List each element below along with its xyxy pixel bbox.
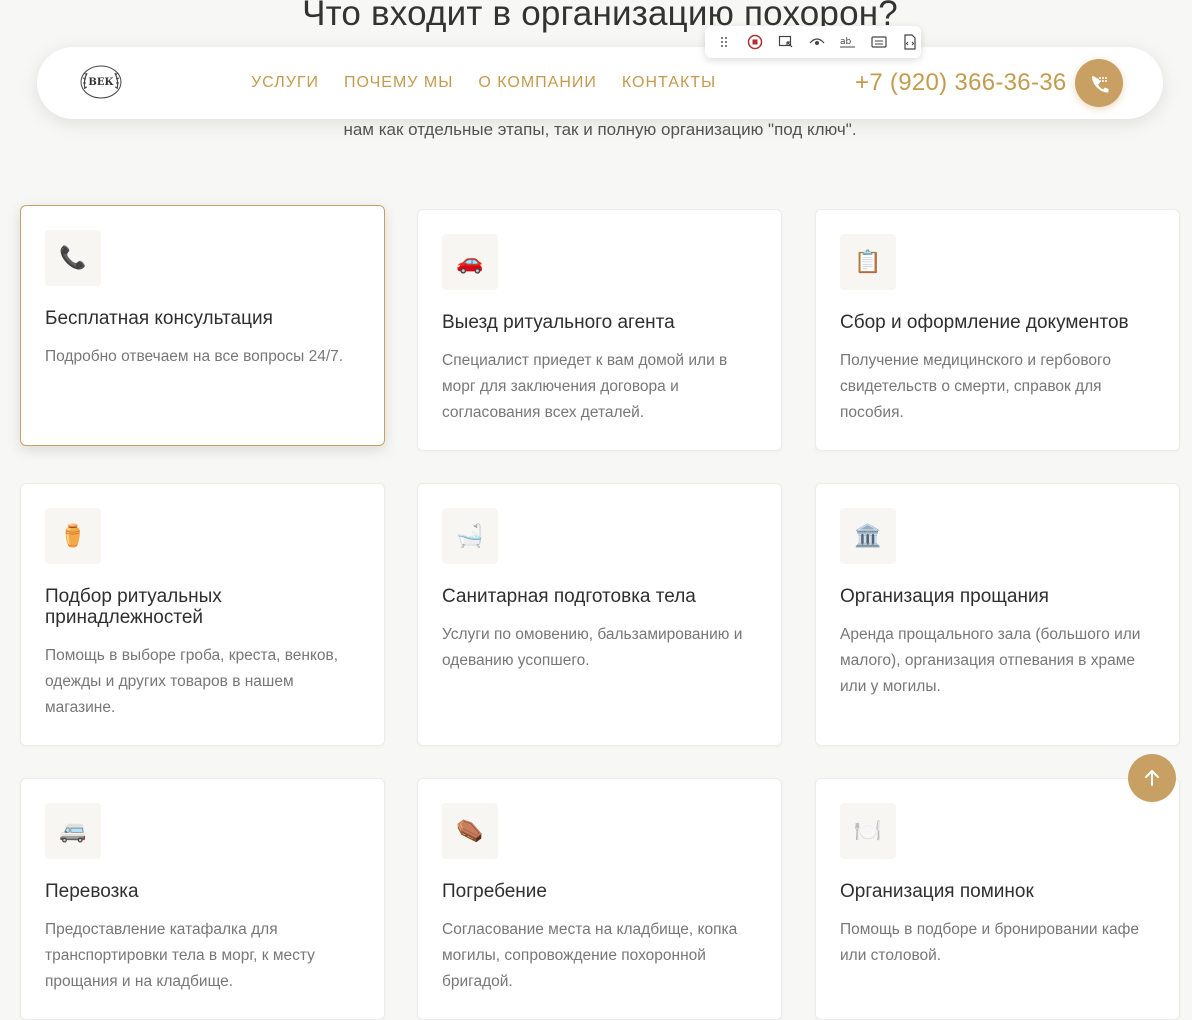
arrow-up-icon <box>1145 770 1159 786</box>
service-card-description: Специалист приедет к вам домой или в мор… <box>442 352 728 421</box>
logo-text: ВЕК <box>88 77 113 88</box>
service-card-description: Получение медицинского и гербового свиде… <box>840 352 1111 421</box>
service-card-title: Санитарная подготовка тела <box>442 586 696 607</box>
service-card-description: Подробно отвечаем на все вопросы 24/7. <box>45 348 344 365</box>
text-spellcheck-icon[interactable]: ab <box>838 31 859 53</box>
service-card[interactable]: 🏛️ Организация прощания Аренда прощально… <box>815 483 1180 746</box>
service-card-description: Предоставление катафалка для транспортир… <box>45 921 315 990</box>
service-card-title: Выезд ритуального агента <box>442 312 675 333</box>
eye-icon[interactable] <box>806 31 827 53</box>
service-card-title: Организация прощания <box>840 586 1049 607</box>
section-title: Что входит в организацию похорон? <box>302 0 898 33</box>
section-subtitle: нам как отдельные этапы, так и полную ор… <box>343 120 857 139</box>
service-card-title: Перевозка <box>45 881 139 902</box>
main-nav: УСЛУГИ ПОЧЕМУ МЫ О КОМПАНИИ КОНТАКТЫ <box>251 47 716 119</box>
caption-icon[interactable] <box>869 31 890 53</box>
floating-devtools-toolbar: ab <box>705 26 921 58</box>
service-card-description: Помощь в подборе и бронировании кафе или… <box>840 921 1139 964</box>
nav-item-services[interactable]: УСЛУГИ <box>251 74 319 92</box>
plate-cutlery-icon: 🍽️ <box>840 803 896 859</box>
car-icon: 🚗 <box>442 234 498 290</box>
service-card[interactable]: 📞 Бесплатная консультация Подробно отвеч… <box>20 205 385 446</box>
service-card[interactable]: 🚗 Выезд ритуального агента Специалист пр… <box>417 209 782 451</box>
urn-icon: ⚱️ <box>45 508 101 564</box>
service-card-title: Организация поминок <box>840 881 1034 902</box>
nav-item-about[interactable]: О КОМПАНИИ <box>478 74 597 92</box>
phone-dialpad-icon <box>1092 76 1109 93</box>
drag-handle-icon[interactable] <box>713 31 734 53</box>
service-card[interactable]: 🛁 Санитарная подготовка тела Услуги по о… <box>417 483 782 746</box>
service-card-title: Бесплатная консультация <box>45 308 273 329</box>
site-header: ВЕК УСЛУГИ ПОЧЕМУ МЫ О КОМПАНИИ КОНТАКТЫ… <box>37 47 1163 119</box>
select-element-icon[interactable] <box>775 31 796 53</box>
classical-building-icon: 🏛️ <box>840 508 896 564</box>
service-card[interactable]: 🍽️ Организация поминок Помощь в подборе … <box>815 778 1180 1020</box>
service-card[interactable]: ⚰️ Погребение Согласование места на клад… <box>417 778 782 1020</box>
service-card-description: Услуги по омовению, бальзамированию и од… <box>442 626 743 669</box>
minibus-icon: 🚐 <box>45 803 101 859</box>
bathtub-icon: 🛁 <box>442 508 498 564</box>
service-card-description: Помощь в выборе гроба, креста, венков, о… <box>45 647 339 716</box>
clipboard-icon: 📋 <box>840 234 896 290</box>
nav-item-why-us[interactable]: ПОЧЕМУ МЫ <box>344 74 453 92</box>
service-card-title: Погребение <box>442 881 547 902</box>
code-file-icon[interactable] <box>900 31 921 53</box>
telephone-icon: 📞 <box>45 230 101 286</box>
service-card-description: Согласование места на кладбище, копка мо… <box>442 921 738 990</box>
service-card[interactable]: 📋 Сбор и оформление документов Получение… <box>815 209 1180 451</box>
record-icon[interactable] <box>744 31 765 53</box>
service-card[interactable]: 🚐 Перевозка Предоставление катафалка для… <box>20 778 385 1020</box>
nav-item-contacts[interactable]: КОНТАКТЫ <box>622 74 716 92</box>
service-card-title: Сбор и оформление документов <box>840 312 1129 333</box>
svg-text:ab: ab <box>840 37 852 47</box>
company-logo[interactable]: ВЕК <box>77 63 125 101</box>
service-card[interactable]: ⚱️ Подбор ритуальных принадлежностей Пом… <box>20 483 385 746</box>
service-card-description: Аренда прощального зала (большого или ма… <box>840 626 1141 695</box>
service-card-title: Подбор ритуальных принадлежностей <box>45 586 222 628</box>
coffin-icon: ⚰️ <box>442 803 498 859</box>
scroll-to-top-button[interactable] <box>1128 754 1176 802</box>
call-button[interactable] <box>1075 59 1123 107</box>
